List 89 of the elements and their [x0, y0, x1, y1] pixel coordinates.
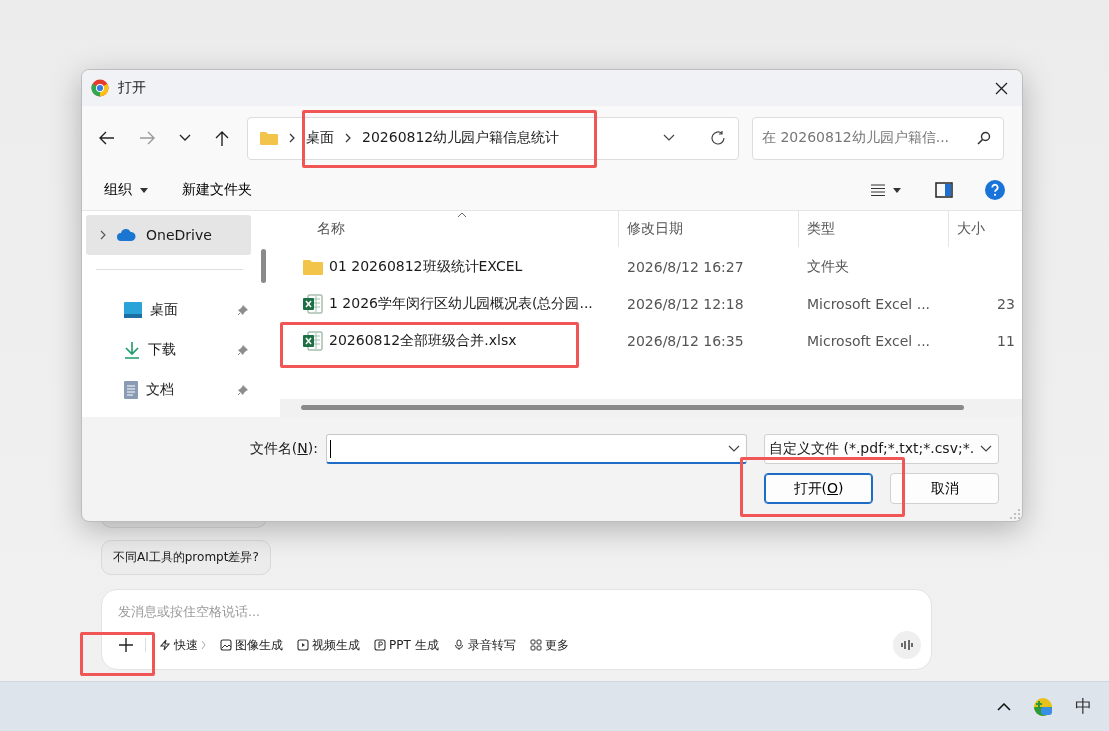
grid-icon: [529, 639, 542, 651]
organize-button[interactable]: 组织: [104, 181, 132, 199]
file-name: 1 2026学年闵行区幼儿园概况表(总分园...: [329, 294, 593, 313]
scrollbar-thumb[interactable]: [301, 405, 964, 410]
folder-icon: [303, 258, 323, 275]
refresh-icon[interactable]: [710, 130, 726, 146]
breadcrumb[interactable]: 桌面: [306, 129, 334, 147]
sidebar-item[interactable]: OneDrive: [86, 215, 252, 255]
sort-caret-icon: [457, 212, 467, 218]
preview-pane-icon[interactable]: [935, 182, 953, 198]
sidebar-item[interactable]: 文档: [82, 370, 256, 410]
file-row[interactable]: 01 20260812班级统计EXCEL 2026/8/12 16:27 文件夹: [275, 248, 1022, 285]
browser-icon: [91, 79, 109, 97]
file-name: 01 20260812班级统计EXCEL: [329, 257, 523, 276]
table-cell-text: 2026/8/12 12:18: [626, 295, 745, 312]
chevron-down-icon[interactable]: [663, 134, 675, 142]
file-row[interactable]: 20260812全部班级合并.xlsx 2026/8/12 16:35 Microsoft Excel ... 11: [275, 322, 1022, 359]
cloud-icon: [116, 228, 136, 242]
tool-button[interactable]: 图像生成: [215, 636, 288, 654]
chevron-right-icon: [289, 133, 295, 143]
image-icon: [220, 639, 232, 651]
column-header[interactable]: 修改日期: [619, 211, 799, 247]
input-placeholder: 发消息或按住空格说话...: [118, 604, 260, 621]
file-name-field[interactable]: [326, 434, 747, 464]
pin-icon[interactable]: [237, 304, 250, 316]
table-cell-text: 2026/8/12 16:35: [626, 332, 745, 349]
table-cell-text: 11: [996, 332, 1016, 349]
search-field[interactable]: 在 20260812幼儿园户籍信...: [752, 116, 1004, 160]
presentation-icon: [374, 639, 386, 651]
chat-input[interactable]: 发消息或按住空格说话... 快速 图像生成 视频生成 PPT 生成 录音转写 更多: [101, 589, 932, 670]
tool-button[interactable]: 快速: [154, 636, 211, 654]
spreadsheet-icon: [303, 293, 323, 314]
plus-icon[interactable]: [119, 638, 133, 652]
chevron-down-icon[interactable]: [179, 134, 191, 142]
file-name: 20260812全部班级合并.xlsx: [329, 331, 517, 350]
scrollbar-thumb[interactable]: [261, 249, 267, 283]
caret-icon[interactable]: [893, 187, 901, 193]
app-icon[interactable]: [1033, 696, 1053, 717]
download-icon: [124, 341, 140, 359]
tool-button[interactable]: 更多: [524, 636, 574, 654]
new-folder-button[interactable]: 新建文件夹: [182, 181, 252, 199]
close-icon[interactable]: [995, 81, 1008, 95]
expand-chevron-icon[interactable]: [100, 230, 106, 240]
voice-icon[interactable]: [893, 631, 921, 659]
sidebar-item[interactable]: 桌面: [82, 290, 256, 330]
column-header[interactable]: 大小: [949, 211, 1022, 247]
search-icon: [977, 131, 991, 145]
table-cell-text: 2026/8/12 16:27: [626, 258, 745, 275]
folder-icon: [260, 131, 278, 145]
suggestion-chip[interactable]: 不同AI工具的prompt差异?: [101, 540, 271, 575]
microphone-icon: [452, 639, 465, 651]
address-bar[interactable]: 桌面 20260812幼儿园户籍信息统计: [247, 116, 739, 160]
file-type-dropdown[interactable]: 自定义文件 (*.pdf;*.txt;*.csv;*.: [764, 434, 999, 464]
window-title: 打开: [118, 79, 146, 97]
table-cell-text: 23: [996, 295, 1016, 312]
tool-button[interactable]: 录音转写: [447, 636, 521, 654]
dialog-button[interactable]: 打开(O): [764, 473, 873, 504]
caret-icon: [140, 187, 148, 193]
pin-icon[interactable]: [237, 384, 250, 396]
column-header[interactable]: 类型: [799, 211, 949, 247]
pin-icon[interactable]: [237, 344, 250, 356]
breadcrumb[interactable]: 20260812幼儿园户籍信息统计: [362, 129, 560, 147]
chevron-up-icon[interactable]: [997, 702, 1011, 711]
sidebar-item[interactable]: 下载: [82, 330, 256, 370]
tool-button[interactable]: PPT 生成: [369, 636, 444, 654]
spreadsheet-icon: [303, 330, 323, 351]
play-icon: [297, 639, 309, 651]
chevron-right-icon: [345, 133, 351, 143]
back-icon[interactable]: [99, 131, 115, 145]
file-row[interactable]: 1 2026学年闵行区幼儿园概况表(总分园... 2026/8/12 12:18 Microsoft Excel ... 23: [275, 285, 1022, 322]
chevron-down-icon: [980, 445, 992, 453]
dialog-button[interactable]: 取消: [890, 473, 999, 504]
view-list-icon[interactable]: [871, 184, 885, 196]
table-cell-text: Microsoft Excel ...: [806, 295, 932, 312]
tool-button[interactable]: 视频生成: [292, 636, 365, 654]
chevron-down-icon: [728, 444, 740, 453]
desktop-icon: [124, 302, 142, 318]
help-icon[interactable]: [985, 180, 1005, 200]
up-arrow-icon[interactable]: [215, 130, 229, 146]
forward-icon[interactable]: [139, 131, 155, 145]
resize-grip-icon[interactable]: [1010, 509, 1020, 519]
lightning-icon: [159, 639, 171, 651]
table-cell-text: Microsoft Excel ...: [806, 332, 932, 349]
chevron-right-icon: [201, 640, 206, 650]
table-cell-text: 文件夹: [806, 257, 850, 276]
input-method-indicator[interactable]: 中: [1075, 695, 1092, 718]
file-name-label: 文件名(N):: [249, 440, 318, 458]
document-icon: [124, 381, 138, 399]
column-header[interactable]: 名称: [275, 211, 619, 247]
